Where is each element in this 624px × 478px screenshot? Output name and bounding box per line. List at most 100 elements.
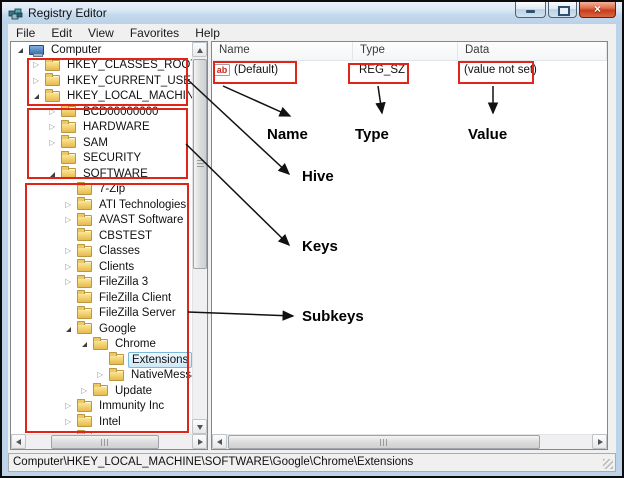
tree-horizontal-scrollbar[interactable]: [11, 434, 207, 449]
scroll-right-button[interactable]: [592, 434, 607, 449]
collapsed-arrow-icon[interactable]: ▷: [97, 371, 109, 379]
registry-editor-icon: [8, 5, 24, 21]
tree-item-hkey-classes-root[interactable]: ▷HKEY_CLASSES_ROOT: [11, 58, 192, 74]
main-area: Computer▷HKEY_CLASSES_ROOT▷HKEY_CURRENT_…: [8, 40, 616, 453]
menu-item-edit[interactable]: Edit: [43, 25, 80, 41]
folder-icon: [109, 354, 124, 365]
menu-item-view[interactable]: View: [80, 25, 122, 41]
folder-icon: [77, 323, 92, 334]
tree-item-classes[interactable]: ▷Classes: [11, 244, 192, 260]
expanded-arrow-icon[interactable]: [81, 338, 93, 350]
collapsed-arrow-icon[interactable]: ▷: [49, 139, 61, 147]
tree-item-7-zip[interactable]: 7-Zip: [11, 182, 192, 198]
collapsed-arrow-icon[interactable]: ▷: [65, 263, 77, 271]
tree-item-update[interactable]: ▷ Update: [11, 383, 192, 399]
folder-icon: [45, 91, 60, 102]
collapsed-arrow-icon[interactable]: ▷: [33, 61, 45, 69]
column-header-name[interactable]: Name: [212, 42, 353, 60]
collapsed-arrow-icon[interactable]: ▷: [65, 418, 77, 426]
collapsed-arrow-icon[interactable]: ▷: [65, 201, 77, 209]
titlebar[interactable]: Registry Editor ×: [2, 2, 622, 24]
scroll-left-button[interactable]: [11, 434, 26, 449]
tree-item-bcd00000000[interactable]: ▷BCD00000000: [11, 104, 192, 120]
tree-item-computer[interactable]: Computer: [11, 42, 192, 58]
tree-item-label: NativeMessaging: [128, 368, 192, 382]
tree-item-filezilla-server[interactable]: FileZilla Server: [11, 306, 192, 322]
expanded-arrow-icon[interactable]: [65, 323, 77, 335]
tree-item-clients[interactable]: ▷ Clients: [11, 259, 192, 275]
expanded-arrow-icon[interactable]: [49, 168, 61, 180]
collapsed-arrow-icon[interactable]: ▷: [81, 387, 93, 395]
collapsed-arrow-icon[interactable]: ▷: [65, 278, 77, 286]
column-header-type[interactable]: Type: [353, 42, 458, 60]
folder-icon: [77, 277, 92, 288]
menu-item-help[interactable]: Help: [187, 25, 228, 41]
tree-item-label: FileZilla Server: [96, 306, 179, 320]
minimize-button[interactable]: [515, 2, 546, 18]
folder-icon: [77, 230, 92, 241]
tree-item-label: Update: [112, 384, 155, 398]
tree-item-ati-technologies[interactable]: ▷ATI Technologies: [11, 197, 192, 213]
window-title: Registry Editor: [28, 6, 107, 20]
scroll-left-button[interactable]: [212, 434, 227, 449]
tree-item-filezilla-client[interactable]: FileZilla Client: [11, 290, 192, 306]
registry-tree: Computer▷HKEY_CLASSES_ROOT▷HKEY_CURRENT_…: [11, 42, 192, 434]
expanded-arrow-icon[interactable]: [33, 90, 45, 102]
value-row-default[interactable]: ab (Default) REG_SZ (value not set): [212, 62, 607, 78]
folder-icon: [77, 261, 92, 272]
scroll-down-button[interactable]: [192, 419, 207, 434]
maximize-button[interactable]: [548, 2, 577, 18]
folder-icon: [61, 153, 76, 164]
tree-item-label: Clients: [96, 260, 137, 274]
tree-item-filezilla-3[interactable]: ▷ FileZilla 3: [11, 275, 192, 291]
collapsed-arrow-icon[interactable]: ▷: [65, 216, 77, 224]
tree-item-label: FileZilla 3: [96, 275, 151, 289]
tree-item-label: Intel: [96, 415, 124, 429]
tree-item-sam[interactable]: ▷ SAM: [11, 135, 192, 151]
scroll-up-icon: [197, 48, 203, 53]
column-header-data[interactable]: Data: [458, 42, 607, 60]
tree-item-cbstest[interactable]: CBSTEST: [11, 228, 192, 244]
tree-item-avast-software[interactable]: ▷AVAST Software: [11, 213, 192, 229]
tree-item-immunity-inc[interactable]: ▷Immunity Inc: [11, 399, 192, 415]
values-pane: NameTypeData ab (Default) REG_SZ (value …: [211, 41, 608, 450]
tree-item-hkey-current-user[interactable]: ▷HKEY_CURRENT_USER: [11, 73, 192, 89]
folder-icon: [77, 308, 92, 319]
menu-item-favorites[interactable]: Favorites: [122, 25, 187, 41]
scroll-up-button[interactable]: [192, 42, 207, 57]
tree-item-software[interactable]: SOFTWARE: [11, 166, 192, 182]
tree-item-hkey-local-machine[interactable]: HKEY_LOCAL_MACHINE: [11, 89, 192, 105]
list-horizontal-scrollbar[interactable]: [212, 434, 607, 449]
menu-item-file[interactable]: File: [8, 25, 43, 41]
tree-item-security[interactable]: SECURITY: [11, 151, 192, 167]
expanded-arrow-icon[interactable]: [17, 44, 29, 56]
tree-item-label: CBSTEST: [96, 229, 155, 243]
tree-item-hardware[interactable]: ▷HARDWARE: [11, 120, 192, 136]
folder-icon: [77, 416, 92, 427]
collapsed-arrow-icon[interactable]: ▷: [49, 123, 61, 131]
tree-item-nativemessaging[interactable]: ▷ NativeMessaging: [11, 368, 192, 384]
tree-vertical-scrollbar[interactable]: [192, 42, 207, 434]
tree-item-label: 7-Zip: [96, 182, 128, 196]
resize-grip[interactable]: [603, 459, 613, 469]
collapsed-arrow-icon[interactable]: ▷: [65, 247, 77, 255]
close-button[interactable]: ×: [579, 2, 616, 18]
collapsed-arrow-icon[interactable]: ▷: [65, 402, 77, 410]
tree-item-intel[interactable]: ▷ Intel: [11, 414, 192, 430]
tree-item-label: SAM: [80, 136, 111, 150]
string-value-icon: ab: [214, 64, 230, 76]
folder-icon: [45, 60, 60, 71]
tree-item-google[interactable]: Google: [11, 321, 192, 337]
selected-key-path: Computer\HKEY_LOCAL_MACHINE\SOFTWARE\Goo…: [13, 456, 413, 468]
scroll-right-button[interactable]: [192, 434, 207, 449]
list-header: NameTypeData: [212, 42, 607, 61]
collapsed-arrow-icon[interactable]: ▷: [33, 77, 45, 85]
tree-item-chrome[interactable]: Chrome: [11, 337, 192, 353]
tree-vscroll-thumb[interactable]: [193, 59, 207, 269]
list-hscroll-thumb[interactable]: [228, 435, 540, 449]
tree-item-extensions[interactable]: Extensions: [11, 352, 192, 368]
thumb-grip: [197, 160, 204, 168]
tree-hscroll-thumb[interactable]: [51, 435, 159, 449]
collapsed-arrow-icon[interactable]: ▷: [49, 108, 61, 116]
thumb-grip: [101, 439, 109, 446]
